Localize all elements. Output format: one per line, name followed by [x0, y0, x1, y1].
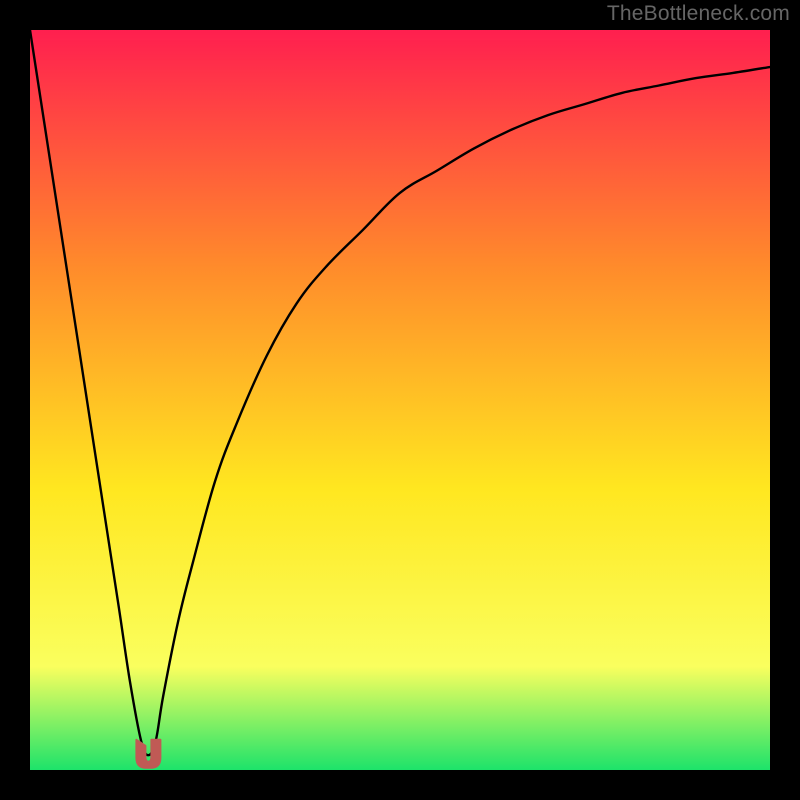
gradient-background	[30, 30, 770, 770]
watermark-text: TheBottleneck.com	[607, 2, 790, 26]
plot-area	[30, 30, 770, 770]
chart-frame: TheBottleneck.com	[0, 0, 800, 800]
bottleneck-chart	[30, 30, 770, 770]
